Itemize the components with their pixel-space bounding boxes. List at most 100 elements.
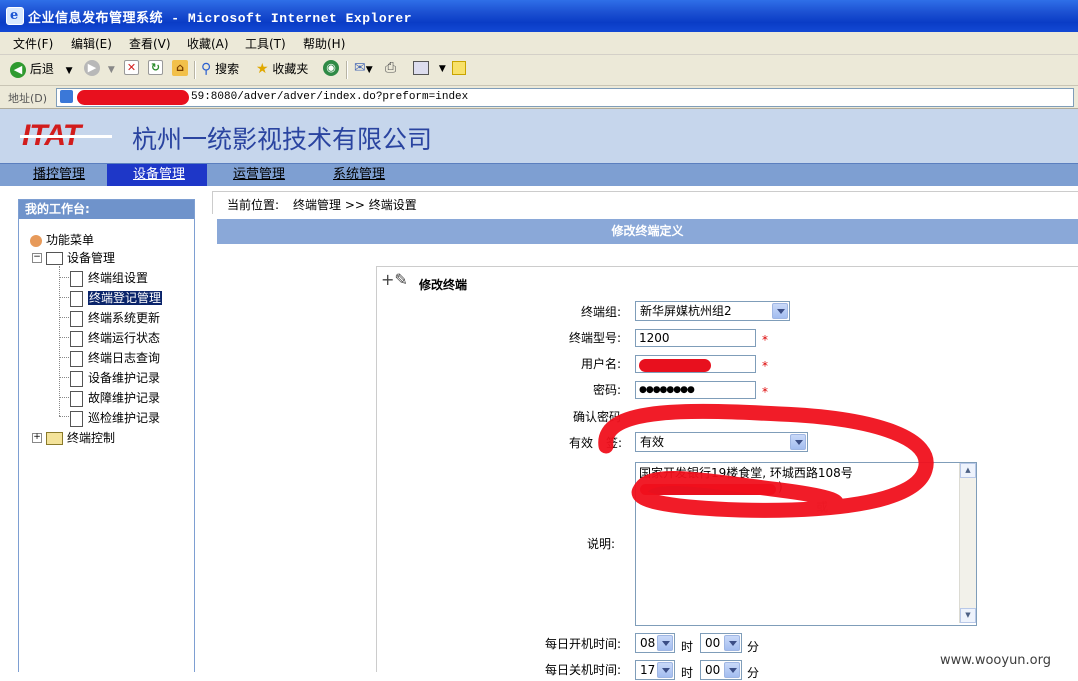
company-name: 杭州一统影视技术有限公司 [132,125,433,154]
chevron-down-icon[interactable] [724,662,740,678]
favorites-button[interactable]: ★ 收藏夹 [256,60,308,80]
tree-item[interactable]: 故障维护记录 [70,389,160,407]
menu-help[interactable]: 帮助(H) [303,35,345,52]
home-icon: ⌂ [172,60,188,76]
edit-page-icon [413,60,429,75]
expand-icon[interactable]: + [32,433,42,443]
tree-item[interactable]: 终端系统更新 [70,309,160,327]
messenger-button[interactable] [452,60,466,80]
tree-group-terminal-control[interactable]: 终端控制 [46,429,115,446]
ie-logo-icon: e [6,7,24,25]
forward-button[interactable]: ▶ ▼ [84,60,115,80]
media-icon: ◉ [323,60,339,76]
remark-scrollbar[interactable]: ▲ ▼ [959,463,976,623]
group-label: 终端组: [580,305,621,319]
star-icon: ★ [256,61,269,77]
scroll-up-icon[interactable]: ▲ [960,463,976,478]
password-input[interactable]: ●●●●●●●● [635,381,756,399]
window-title-bar[interactable]: e 企业信息发布管理系统 - Microsoft Internet Explor… [0,0,1078,32]
edit-dropdown-icon[interactable]: ▼ [439,64,446,74]
menu-tools[interactable]: 工具(T) [245,35,286,52]
address-input[interactable]: 59:8080/adver/adver/index.do?preform=ind… [56,88,1074,107]
tree-group2-label: 终端控制 [67,431,116,445]
stop-button[interactable]: ✕ [124,60,139,80]
menu-view[interactable]: 查看(V) [129,35,171,52]
tree-item[interactable]: 设备维护记录 [70,369,160,387]
tree-item-selected[interactable]: 终端登记管理 [70,289,163,307]
chevron-down-icon[interactable] [657,662,673,678]
chevron-down-icon[interactable] [724,635,740,651]
terminal-group-select[interactable]: 新华屏媒杭州组2 [635,301,790,321]
menu-bar: 文件(F) 编辑(E) 查看(V) 收藏(A) 工具(T) 帮助(H) [0,32,1078,55]
start-hour-select[interactable]: 08 [635,633,675,653]
hour-unit: 时 [681,640,694,654]
start-minute-select[interactable]: 00 [700,633,742,653]
open-folder-icon [46,252,63,265]
back-button[interactable]: ◀ 后退 ▼ [10,60,73,80]
document-icon [70,370,83,387]
tree-item-label: 终端运行状态 [88,331,161,345]
tree-item[interactable]: 终端日志查询 [70,349,160,367]
redaction-mark [77,90,189,105]
scroll-down-icon[interactable]: ▼ [960,608,976,623]
page-icon [60,90,73,103]
edit-pencil-icon: +✎ [381,270,408,289]
remark-textarea[interactable]: 国家开发银行19楼食堂, 环城西路108号 ) 或 ▲ ▼ [635,462,977,626]
tree-root[interactable]: 功能菜单 [30,231,94,248]
mail-dropdown-icon[interactable]: ▼ [366,65,373,75]
search-button[interactable]: ⚲ 搜索 [201,60,239,80]
tab-device-management[interactable]: 设备管理 [107,164,207,186]
menu-file[interactable]: 文件(F) [13,35,53,52]
model-label: 终端型号: [568,331,621,345]
valid-select-value: 有效 [640,435,665,449]
chevron-down-icon[interactable] [772,303,788,319]
menu-favorites[interactable]: 收藏(A) [187,35,229,52]
remark-line-3-fragment: 或 [816,500,829,514]
tree-item[interactable]: 终端组设置 [70,269,148,287]
valid-select[interactable]: 有效 [635,432,808,452]
breadcrumb: 当前位置: 终端管理 >> 终端设置 [212,191,1078,214]
menu-edit[interactable]: 编辑(E) [71,35,112,52]
tree-item-label: 巡检维护记录 [88,411,161,425]
back-dropdown-icon[interactable]: ▼ [66,66,73,76]
sidebar-title: 我的工作台: [19,200,194,219]
tree-group-device[interactable]: 设备管理 [46,249,115,266]
stop-minute-select[interactable]: 00 [700,660,742,680]
tab-operations-management[interactable]: 运营管理 [208,164,308,186]
tree-item[interactable]: 巡检维护记录 [70,409,160,427]
document-icon [70,310,83,327]
stop-minute-value: 00 [705,663,721,677]
chevron-down-icon[interactable] [790,434,806,450]
start-minute-value: 00 [705,636,721,650]
mail-icon: ✉ [354,60,366,76]
chevron-down-icon[interactable] [657,635,673,651]
tab-system-management[interactable]: 系统管理 [309,164,409,186]
search-label: 搜索 [215,62,240,76]
forward-dropdown-icon[interactable]: ▼ [108,65,115,75]
media-button[interactable]: ◉ [323,60,339,80]
remark-line-1: 国家开发银行19楼食堂, 环城西路108号 [639,466,853,480]
watermark: www.wooyun.org [940,653,1052,668]
tree-group-label: 设备管理 [67,251,116,265]
model-input[interactable]: 1200 [635,329,756,347]
tree-item[interactable]: 终端运行状态 [70,329,160,347]
company-header: ITAT 杭州一统影视技术有限公司 [0,109,1078,163]
confirm-password-label: 确认密码 [572,410,621,424]
hour-unit: 时 [681,666,694,680]
password-label: 密码: [592,383,621,397]
form-title: 修改终端 [419,278,468,292]
start-time-label: 每日开机时间: [544,637,621,651]
minute-unit: 分 [747,640,760,654]
edit-page-button[interactable]: ▼ [413,60,446,80]
tree-item-label: 终端日志查询 [88,351,161,365]
document-icon [70,410,83,427]
tree-item-label: 故障维护记录 [88,391,161,405]
required-mark: * [762,385,768,399]
collapse-icon[interactable]: − [32,253,42,263]
print-button[interactable]: ⎙ [385,60,396,80]
refresh-button[interactable]: ↻ [148,60,163,80]
tab-broadcast-control[interactable]: 播控管理 [6,164,106,186]
home-button[interactable]: ⌂ [172,60,188,80]
stop-hour-select[interactable]: 17 [635,660,675,680]
mail-button[interactable]: ✉▼ [354,60,373,80]
